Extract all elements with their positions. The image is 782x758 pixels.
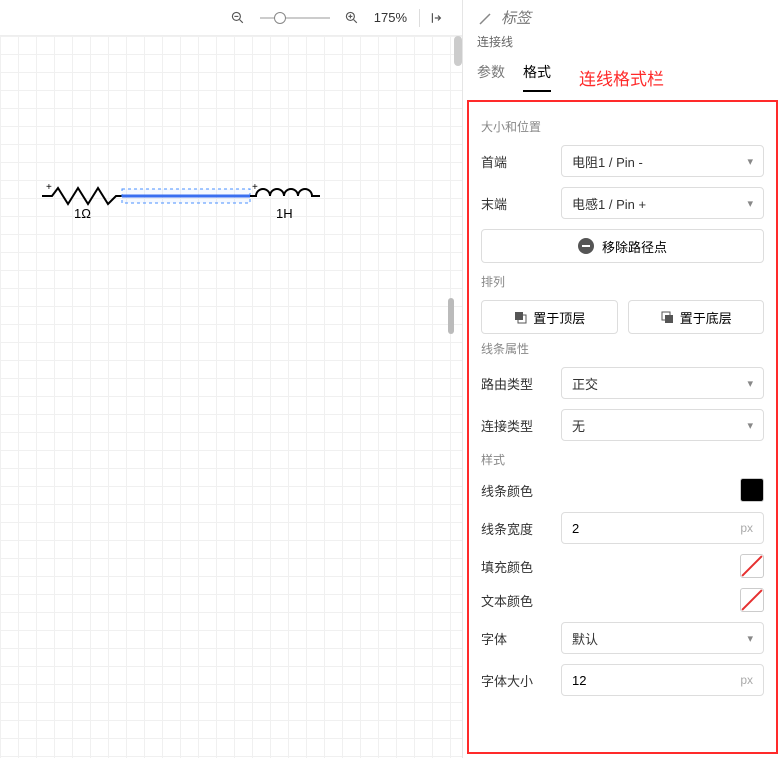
fill-color-swatch[interactable] [740, 554, 764, 578]
end-pin-label: 末端 [481, 194, 551, 213]
start-pin-label: 首端 [481, 152, 551, 171]
text-color-label: 文本颜色 [481, 591, 551, 610]
remove-waypoints-button[interactable]: 移除路径点 [481, 229, 764, 263]
line-width-label: 线条宽度 [481, 519, 551, 538]
circuit-drawing[interactable]: + 1Ω + 1H [38, 182, 338, 247]
font-label: 字体 [481, 629, 551, 648]
tab-params[interactable]: 参数 [477, 62, 505, 92]
end-pin-value: 电感1 / Pin + [572, 194, 646, 213]
canvas-toolbar: 175% [0, 0, 462, 36]
polarity-plus-left: + [46, 182, 52, 193]
zoom-percent[interactable]: 175% [370, 10, 411, 25]
resistor-symbol[interactable] [42, 188, 122, 204]
font-select[interactable]: 默认 ▾ [561, 622, 764, 654]
properties-panel: 连接线 参数 格式 连线格式栏 大小和位置 首端 电阻1 / Pin - ▾ 末… [462, 0, 782, 758]
section-line-props: 线条属性 [481, 340, 764, 357]
line-color-label: 线条颜色 [481, 481, 551, 500]
bring-front-label: 置于顶层 [533, 308, 585, 327]
line-width-value[interactable] [572, 521, 734, 536]
routing-type-label: 路由类型 [481, 374, 551, 393]
send-back-label: 置于底层 [680, 308, 732, 327]
start-pin-select[interactable]: 电阻1 / Pin - ▾ [561, 145, 764, 177]
connector-type-value: 无 [572, 416, 585, 435]
format-panel-body: 大小和位置 首端 电阻1 / Pin - ▾ 末端 电感1 / Pin + ▾ … [467, 100, 778, 754]
font-size-label: 字体大小 [481, 671, 551, 690]
end-pin-select[interactable]: 电感1 / Pin + ▾ [561, 187, 764, 219]
label-input[interactable] [501, 10, 768, 27]
font-size-value[interactable] [572, 673, 734, 688]
chevron-down-icon: ▾ [747, 377, 753, 390]
minus-circle-icon [578, 238, 594, 254]
section-style: 样式 [481, 451, 764, 468]
resistor-label: 1Ω [74, 206, 91, 221]
text-color-swatch[interactable] [740, 588, 764, 612]
zoom-in-icon[interactable] [342, 8, 362, 28]
font-size-input[interactable]: px [561, 664, 764, 696]
line-color-swatch[interactable] [740, 478, 764, 502]
panel-header: 连接线 参数 格式 连线格式栏 [463, 0, 782, 98]
chevron-down-icon: ▾ [747, 197, 753, 210]
panel-resize-handle[interactable] [448, 298, 454, 334]
section-arrange: 排列 [481, 273, 764, 290]
start-pin-value: 电阻1 / Pin - [572, 152, 643, 171]
bring-to-front-button[interactable]: 置于顶层 [481, 300, 618, 334]
line-width-input[interactable]: px [561, 512, 764, 544]
connector-type-select[interactable]: 无 ▾ [561, 409, 764, 441]
section-size-pos: 大小和位置 [481, 118, 764, 135]
unit-px: px [734, 673, 753, 687]
zoom-slider[interactable] [260, 17, 330, 19]
canvas-viewport[interactable]: + 1Ω + 1H [0, 36, 462, 758]
remove-waypoints-label: 移除路径点 [602, 237, 667, 256]
element-type-icon [477, 11, 493, 27]
routing-type-value: 正交 [572, 374, 598, 393]
fill-color-label: 填充颜色 [481, 557, 551, 576]
inductor-label: 1H [276, 206, 293, 221]
panel-tabs: 参数 格式 连线格式栏 [477, 56, 768, 92]
toolbar-separator [419, 9, 420, 27]
connector-type-label: 连接类型 [481, 416, 551, 435]
routing-type-select[interactable]: 正交 ▾ [561, 367, 764, 399]
annotation-callout: 连线格式栏 [579, 65, 664, 90]
chevron-down-icon: ▾ [747, 419, 753, 432]
send-back-icon [660, 310, 674, 324]
inductor-symbol[interactable] [250, 189, 320, 196]
tab-format[interactable]: 格式 [523, 62, 551, 92]
chevron-down-icon: ▾ [747, 632, 753, 645]
font-value: 默认 [572, 629, 598, 648]
canvas-area: 175% + 1Ω + 1H [0, 0, 462, 758]
element-subtype: 连接线 [477, 33, 768, 56]
collapse-panel-icon[interactable] [428, 8, 448, 28]
unit-px: px [734, 521, 753, 535]
chevron-down-icon: ▾ [747, 155, 753, 168]
bring-front-icon [513, 310, 527, 324]
send-to-back-button[interactable]: 置于底层 [628, 300, 765, 334]
zoom-out-icon[interactable] [228, 8, 248, 28]
